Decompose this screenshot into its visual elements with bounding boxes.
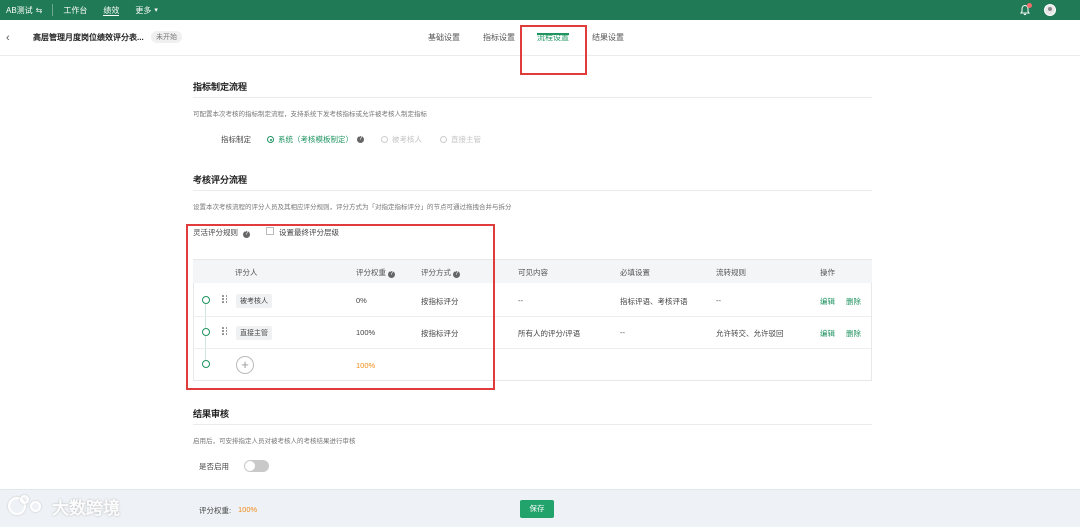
edit-link[interactable]: 编辑 <box>820 296 835 307</box>
footer-weight-label: 评分权重: <box>199 506 232 515</box>
col-actions: 操作 <box>820 268 835 277</box>
brand-switcher[interactable]: AB测试 ⇆ <box>0 5 42 16</box>
brand-label: AB测试 <box>6 5 33 15</box>
footer-weight-value: 100% <box>238 505 258 514</box>
result-section-title: 结果审核 <box>193 409 230 419</box>
section-divider <box>193 190 872 191</box>
tab-basic[interactable]: 基础设置 <box>428 32 460 43</box>
visible-cell: 所有人的评分/评语 <box>518 329 581 338</box>
highlight-box-table <box>186 224 495 390</box>
avatar[interactable] <box>1044 4 1056 16</box>
enable-toggle[interactable] <box>244 460 269 472</box>
back-icon[interactable]: ‹ <box>6 32 10 44</box>
notification-dot <box>1027 3 1032 8</box>
visible-cell: -- <box>518 296 523 305</box>
watermark-logo: 大数跨境 <box>8 493 120 519</box>
nav-item-workbench[interactable]: 工作台 <box>63 0 87 20</box>
col-flow: 流转规则 <box>716 268 746 277</box>
tab-indicator[interactable]: 指标设置 <box>483 32 515 43</box>
required-cell: -- <box>620 328 625 337</box>
indicator-section-title: 指标制定流程 <box>193 82 248 92</box>
page-title: 高层管理月度岗位绩效评分表... <box>33 33 144 42</box>
review-section-title: 考核评分流程 <box>193 175 248 185</box>
required-cell: 指标评语、考核评语 <box>620 297 688 306</box>
delete-link[interactable]: 删除 <box>846 296 861 307</box>
nav-divider <box>52 4 54 16</box>
section-divider <box>193 424 872 425</box>
indicator-field-label: 指标制定 <box>221 135 251 144</box>
radio-direct-manager[interactable]: 直接主管 <box>440 134 481 145</box>
chevron-down-icon: ▾ <box>154 7 158 14</box>
tab-result[interactable]: 结果设置 <box>592 32 624 43</box>
highlight-box-tab <box>520 25 587 75</box>
section-divider <box>193 97 872 98</box>
radio-dot <box>440 136 447 143</box>
enable-label: 是否启用 <box>199 462 229 471</box>
edit-link[interactable]: 编辑 <box>820 328 835 339</box>
delete-link[interactable]: 删除 <box>846 328 861 339</box>
status-badge: 未开始 <box>151 31 182 43</box>
col-required: 必填设置 <box>620 268 650 277</box>
radio-label: 直接主管 <box>451 135 481 144</box>
nav-item-more[interactable]: 更多 ▾ <box>135 0 158 20</box>
switch-icon: ⇆ <box>35 5 43 15</box>
result-section-desc: 启用后，可安排指定人员对被考核人的考核结果进行审核 <box>193 438 356 445</box>
nav-item-performance[interactable]: 绩效 <box>103 0 120 20</box>
top-nav: AB测试 ⇆ 工作台 绩效 更多 ▾ <box>0 0 1080 20</box>
radio-system-template[interactable]: 系统（考核模板制定） ? <box>267 134 364 145</box>
col-visible: 可见内容 <box>518 268 548 277</box>
nav-more-label: 更多 <box>135 5 152 15</box>
review-section-desc: 设置本次考核流程的评分人员及其相应评分规则，评分方式为「对指定指标评分」的节点可… <box>193 204 512 211</box>
radio-assessee[interactable]: 被考核人 <box>381 134 422 145</box>
radio-dot <box>267 136 274 143</box>
radio-label: 系统（考核模板制定） <box>278 135 353 144</box>
indicator-section-desc: 可配置本次考核的指标制定流程，支持系统下发考核指标或允许被考核人制定指标 <box>193 111 427 118</box>
watermark-logo-icon <box>8 493 48 519</box>
save-button[interactable]: 保存 <box>520 500 554 518</box>
flow-cell: 允许转交、允许驳回 <box>716 329 784 338</box>
help-icon[interactable]: ? <box>357 136 364 143</box>
radio-label: 被考核人 <box>392 135 422 144</box>
flow-cell: -- <box>716 296 721 305</box>
watermark-text: 大数跨境 <box>52 498 120 518</box>
radio-dot <box>381 136 388 143</box>
